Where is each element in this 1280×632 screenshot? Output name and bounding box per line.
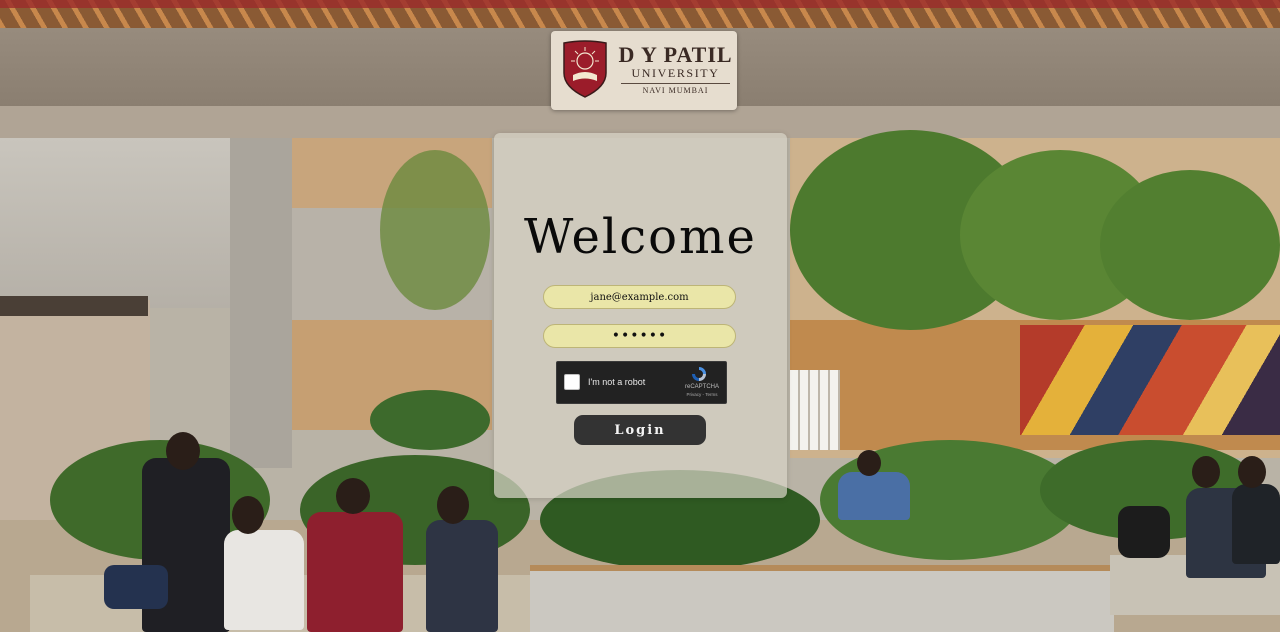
logo-location: NAVI MUMBAI (642, 86, 709, 95)
captcha-brand: reCAPTCHA (684, 384, 719, 390)
planter-box (530, 565, 1114, 632)
student-head (232, 496, 264, 534)
logo-subtitle: UNIVERSITY (631, 66, 720, 80)
university-crest-icon (563, 40, 607, 98)
email-field[interactable] (543, 285, 736, 309)
left-wall (0, 138, 240, 308)
student (307, 512, 403, 632)
captcha-terms[interactable]: Privacy - Terms (683, 392, 721, 398)
recaptcha-icon (692, 367, 706, 381)
ceiling-accent (0, 0, 1280, 8)
student-head (336, 478, 370, 514)
login-button[interactable]: Login (574, 415, 706, 445)
plant-bed (370, 390, 490, 450)
concrete-column (230, 138, 292, 468)
corridor-sign (0, 296, 148, 316)
student-head (1238, 456, 1266, 488)
student (838, 472, 910, 520)
checkbox-icon[interactable] (564, 374, 580, 390)
tree-canopy (1100, 170, 1280, 320)
welcome-heading: Welcome (524, 209, 757, 265)
password-field[interactable] (543, 324, 736, 348)
student (426, 520, 498, 632)
student-head (166, 432, 200, 470)
university-logo: D Y PATIL UNIVERSITY NAVI MUMBAI (551, 31, 737, 110)
logo-divider (621, 83, 730, 84)
tree-canopy (380, 150, 490, 310)
captcha-label: I'm not a robot (588, 377, 646, 387)
student (224, 530, 304, 630)
window (790, 370, 840, 450)
logo-name: D Y PATIL (618, 42, 733, 67)
wall-mural (1020, 325, 1280, 435)
login-card: Welcome I'm not a robot reCAPTCHA Privac… (494, 133, 787, 498)
student (1232, 484, 1280, 564)
recaptcha-widget: I'm not a robot reCAPTCHA Privacy - Term… (556, 361, 727, 404)
student-head (1192, 456, 1220, 488)
backpack (104, 565, 168, 609)
backpack (1118, 506, 1170, 558)
student-head (437, 486, 469, 524)
student-head (857, 450, 881, 476)
